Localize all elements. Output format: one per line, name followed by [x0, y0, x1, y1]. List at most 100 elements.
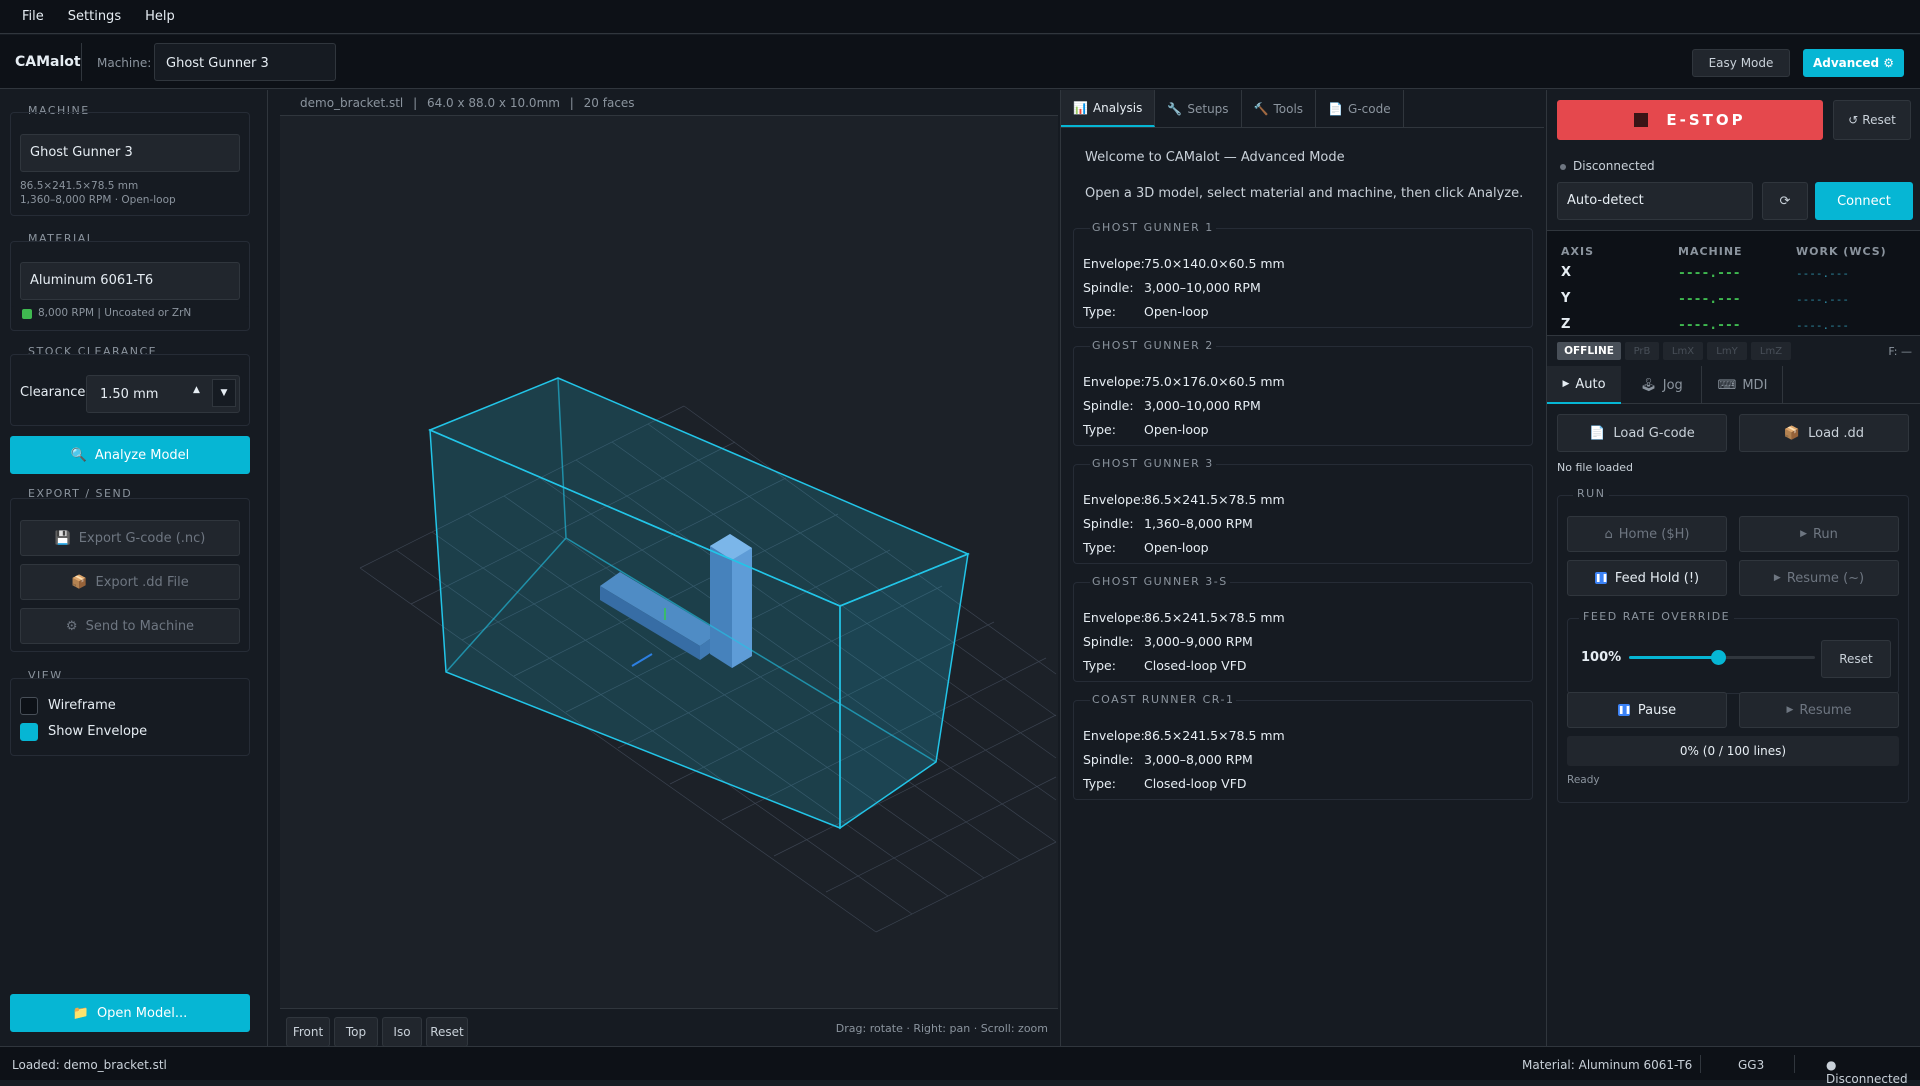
- machine-card-type: Type: Closed-loop VFD: [1083, 776, 1247, 791]
- export-gcode-button[interactable]: 💾 Export G-code (.nc): [20, 520, 240, 556]
- load-dd-button[interactable]: 📦 Load .dd: [1739, 414, 1909, 452]
- decrement-icon[interactable]: ▼: [212, 379, 236, 407]
- wireframe-label: Wireframe: [48, 698, 116, 713]
- pin-badge-limit-y: LmY: [1707, 342, 1747, 360]
- machine-select[interactable]: Ghost Gunner 3: [154, 43, 336, 81]
- machine-card-type: Type: Open-loop: [1083, 304, 1209, 319]
- keyboard-icon: ⌨: [1717, 377, 1737, 393]
- pin-badge-limit-z: LmZ: [1751, 342, 1791, 360]
- viewport-info-bar: demo_bracket.stl | 64.0 x 88.0 x 10.0mm …: [280, 90, 1058, 116]
- show-envelope-label: Show Envelope: [48, 724, 148, 739]
- machine-card-type: Type: Open-loop: [1083, 540, 1209, 555]
- status-material: Material: Aluminum 6061-T6: [1522, 1058, 1693, 1072]
- status-loaded: Loaded: demo_bracket.stl: [12, 1058, 167, 1072]
- export-dd-button[interactable]: 📦 Export .dd File: [20, 564, 240, 600]
- port-select[interactable]: Auto-detect: [1557, 182, 1753, 220]
- home-button[interactable]: ⌂ Home ($H): [1567, 516, 1727, 552]
- load-gcode-button[interactable]: 📄 Load G-code: [1557, 414, 1727, 452]
- machine-card-envelope: Envelope:75.0×176.0×60.5 mm: [1083, 374, 1285, 389]
- estop-reset-button[interactable]: ↺ Reset: [1833, 100, 1911, 140]
- machine-label: Machine:: [97, 56, 152, 70]
- tab-jog[interactable]: 🕹 Jog: [1622, 366, 1702, 404]
- package-icon: 📦: [71, 574, 88, 590]
- dro-header-work: WORK (WCS): [1796, 245, 1887, 258]
- file-status: No file loaded: [1557, 461, 1633, 474]
- tab-tools[interactable]: 🔨 Tools: [1242, 90, 1317, 127]
- status-dot-icon: [1560, 164, 1566, 170]
- section-title-export: EXPORT / SEND: [28, 487, 133, 500]
- tab-gcode[interactable]: 📄 G-code: [1316, 90, 1404, 127]
- stop-square-icon: [1634, 113, 1649, 127]
- machine-state-badge: OFFLINE: [1557, 342, 1621, 360]
- pause-icon: ❚❚: [1594, 572, 1609, 584]
- feed-reset-button[interactable]: Reset: [1821, 640, 1891, 678]
- clearance-label: Clearance:: [20, 385, 90, 400]
- wrench-icon: 🔧: [1167, 101, 1183, 116]
- send-to-machine-button[interactable]: ⚙ Send to Machine: [20, 608, 240, 644]
- show-envelope-checkbox[interactable]: [20, 723, 38, 741]
- view-iso-button[interactable]: Iso: [382, 1017, 422, 1047]
- model-faces: 20 faces: [583, 96, 635, 110]
- reset-icon: ↺: [1848, 113, 1859, 127]
- divider: [1794, 1055, 1795, 1073]
- pin-badge-limit-x: LmX: [1663, 342, 1703, 360]
- document-icon: 📄: [1589, 425, 1606, 441]
- divider: [1700, 1055, 1701, 1073]
- analyze-model-button[interactable]: 🔍 Analyze Model: [10, 436, 250, 474]
- play-icon: ▶: [1773, 573, 1781, 583]
- view-reset-button[interactable]: Reset: [426, 1017, 468, 1047]
- play-icon: ▶: [1786, 705, 1794, 715]
- view-front-button[interactable]: Front: [286, 1017, 330, 1047]
- resume-tilde-button[interactable]: ▶ Resume (~): [1739, 560, 1899, 596]
- feed-hold-button[interactable]: ❚❚ Feed Hold (!): [1567, 560, 1727, 596]
- 3d-viewport[interactable]: demo_bracket.stl | 64.0 x 88.0 x 10.0mm …: [280, 90, 1058, 1047]
- material-info: 8,000 RPM | Uncoated or ZrN: [38, 307, 192, 319]
- machine-card: GHOST GUNNER 3-S Envelope:86.5×241.5×78.5…: [1073, 575, 1533, 682]
- run-button[interactable]: ▶ Run: [1739, 516, 1899, 552]
- viewport-toolbar: Front Top Iso Reset Drag: rotate · Right…: [280, 1008, 1058, 1047]
- feed-readout: F: —: [1888, 345, 1912, 358]
- machine-card-envelope: Envelope:86.5×241.5×78.5 mm: [1083, 492, 1285, 507]
- machine-card-spindle: Spindle: 3,000–8,000 RPM: [1083, 752, 1253, 767]
- connect-button[interactable]: Connect: [1815, 182, 1913, 220]
- estop-button[interactable]: E-STOP: [1557, 100, 1823, 140]
- menu-file[interactable]: File: [22, 9, 44, 24]
- hammer-icon: 🔨: [1253, 101, 1269, 116]
- wireframe-checkbox[interactable]: [20, 697, 38, 715]
- tab-setups[interactable]: 🔧 Setups: [1155, 90, 1242, 127]
- scene-canvas[interactable]: [280, 116, 1058, 1008]
- welcome-text: Welcome to CAMalot — Advanced Mode: [1085, 150, 1345, 165]
- increment-icon[interactable]: ▲: [193, 385, 200, 395]
- feed-slider-track[interactable]: [1629, 650, 1815, 665]
- menu-settings[interactable]: Settings: [68, 9, 121, 24]
- dro-machine-value: ----.---: [1678, 318, 1741, 333]
- left-sidebar: MACHINE Ghost Gunner 3 86.5×241.5×78.5 m…: [0, 90, 268, 1046]
- sidebar-machine-select[interactable]: Ghost Gunner 3: [20, 134, 240, 172]
- package-icon: 📦: [1783, 425, 1801, 441]
- tab-analysis[interactable]: 📊 Analysis: [1061, 90, 1156, 127]
- view-top-button[interactable]: Top: [334, 1017, 378, 1047]
- pause-icon: ❚❚: [1617, 704, 1632, 716]
- open-model-button[interactable]: 📁 Open Model...: [10, 994, 250, 1032]
- refresh-icon[interactable]: ⟳: [1762, 182, 1808, 220]
- status-bar: Loaded: demo_bracket.stl Material: Alumi…: [0, 1046, 1920, 1086]
- tab-auto[interactable]: ▶ Auto: [1547, 366, 1621, 404]
- machine-envelope: [428, 377, 970, 830]
- machine-card-envelope: Envelope:86.5×241.5×78.5 mm: [1083, 610, 1285, 625]
- play-icon: ▶: [1562, 379, 1570, 389]
- resume-button[interactable]: ▶ Resume: [1739, 692, 1899, 728]
- dro-work-value: ----.---: [1796, 319, 1849, 332]
- document-icon: 📄: [1328, 101, 1344, 116]
- feed-slider-fill: [1629, 656, 1719, 659]
- pause-button[interactable]: ❚❚ Pause: [1567, 692, 1727, 728]
- menu-help[interactable]: Help: [145, 9, 175, 24]
- chart-icon: 📊: [1073, 100, 1088, 115]
- tab-mdi[interactable]: ⌨ MDI: [1703, 366, 1783, 404]
- material-select[interactable]: Aluminum 6061-T6: [20, 262, 240, 300]
- machine-card-title: GHOST GUNNER 3-S: [1090, 575, 1230, 588]
- easy-mode-button[interactable]: Easy Mode: [1692, 49, 1790, 77]
- advanced-mode-button[interactable]: Advanced ⚙: [1803, 49, 1904, 77]
- analysis-panel: 📊 Analysis 🔧 Setups 🔨 Tools 📄 G-code Welcome…: [1060, 90, 1544, 1046]
- status-connection: ● Disconnected: [1826, 1058, 1908, 1086]
- machine-card-spindle: Spindle: 3,000–9,000 RPM: [1083, 634, 1253, 649]
